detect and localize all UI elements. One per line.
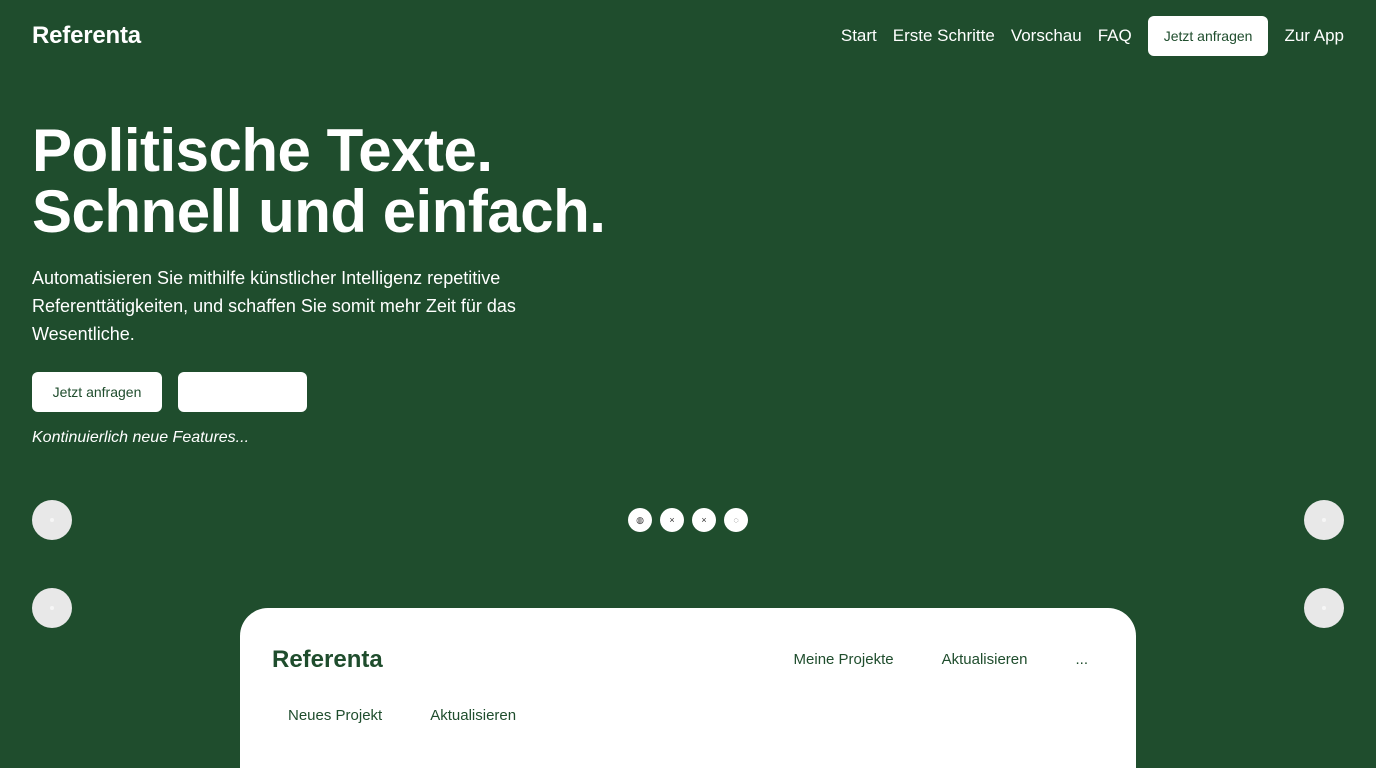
indicator-4[interactable]: ◌ xyxy=(724,508,748,532)
hero-title: Politische Texte. Schnell und einfach. xyxy=(32,117,606,245)
app-preview-card: Referenta Meine Projekte Aktualisieren .… xyxy=(240,608,1136,768)
arrow-right-icon xyxy=(1322,606,1326,610)
hero-title-line-2: Schnell und einfach. xyxy=(32,178,606,245)
jetzt-anfragen-button[interactable]: Jetzt anfragen xyxy=(32,372,162,412)
indicator-3[interactable]: × xyxy=(692,508,716,532)
preview-actions: Neues Projekt Aktualisieren xyxy=(288,707,516,724)
indicator-1[interactable]: ◍ xyxy=(628,508,652,532)
preview-brand: Referenta xyxy=(272,646,383,673)
preview-neues-projekt[interactable]: Neues Projekt xyxy=(288,707,382,724)
carousel-prev-button-2[interactable] xyxy=(32,588,72,628)
preview-nav-aktualisieren[interactable]: Aktualisieren xyxy=(942,651,1028,668)
brand-logo[interactable]: Referenta xyxy=(32,22,141,50)
preview-nav-more[interactable]: ... xyxy=(1075,651,1088,668)
secondary-button[interactable] xyxy=(178,372,307,412)
nav-erste-schritte[interactable]: Erste Schritte xyxy=(893,26,995,46)
nav-cta-button[interactable]: Jetzt anfragen xyxy=(1147,16,1269,56)
indicator-2[interactable]: × xyxy=(660,508,684,532)
main-nav: Start Erste Schritte Vorschau FAQ Jetzt … xyxy=(841,16,1344,56)
carousel-next-button[interactable] xyxy=(1304,500,1344,540)
preview-nav-meine-projekte[interactable]: Meine Projekte xyxy=(794,651,894,668)
landing-page: Referenta Start Erste Schritte Vorschau … xyxy=(0,0,1376,768)
nav-faq[interactable]: FAQ xyxy=(1098,26,1132,46)
features-note: Kontinuierlich neue Features... xyxy=(32,429,250,446)
hero-subtitle: Automatisieren Sie mithilfe künstlicher … xyxy=(32,268,516,344)
preview-nav: Meine Projekte Aktualisieren ... xyxy=(794,651,1088,668)
nav-vorschau[interactable]: Vorschau xyxy=(1011,26,1082,46)
carousel-prev-button[interactable] xyxy=(32,500,72,540)
carousel-indicators: ◍ × × ◌ xyxy=(628,508,748,532)
arrow-right-icon xyxy=(1322,518,1326,522)
carousel-next-button-2[interactable] xyxy=(1304,588,1344,628)
preview-aktualisieren[interactable]: Aktualisieren xyxy=(430,707,516,724)
nav-zur-app[interactable]: Zur App xyxy=(1284,26,1344,46)
hero-buttons: Jetzt anfragen xyxy=(32,372,307,412)
hero-title-line-1: Politische Texte. xyxy=(32,117,493,184)
arrow-left-icon xyxy=(50,518,54,522)
arrow-left-icon xyxy=(50,606,54,610)
nav-start[interactable]: Start xyxy=(841,26,877,46)
